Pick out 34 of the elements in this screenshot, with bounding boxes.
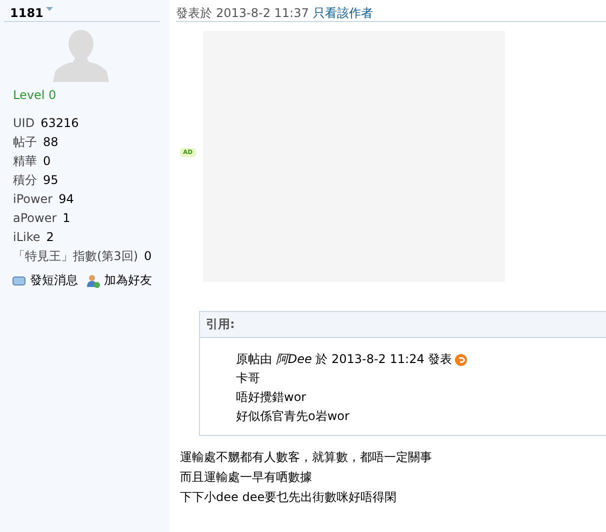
stat-label: 精華: [13, 153, 37, 170]
stat-label: iPower: [13, 191, 53, 208]
stat-value: 1: [62, 210, 70, 227]
posted-time: 2013-8-2 11:37: [216, 5, 309, 21]
user-level: Level 0: [13, 88, 58, 102]
author-only-link[interactable]: 只看該作者: [312, 5, 373, 21]
stat-label: 積分: [13, 172, 37, 189]
stat-value: 95: [43, 172, 58, 189]
stat-label: 帖子: [13, 134, 37, 151]
post-text: 而且運輸處一早有哂數據: [180, 469, 313, 486]
posted-label: 發表於: [176, 5, 212, 21]
stat-label: aPower: [13, 210, 57, 227]
post-text: 下下小dee dee要乜先出街數咪好唔得閑: [180, 489, 398, 506]
stat-value: 63216: [40, 115, 79, 132]
user-action-link[interactable]: 加為好友: [104, 272, 152, 289]
stat-label: 「特見王」指數(第3回): [13, 248, 138, 265]
quote-line: 卡哥: [236, 370, 261, 387]
stat-value: 0: [43, 153, 51, 170]
post-text: 運輸處不嬲都有人數客，就算數，都唔一定關事: [180, 449, 433, 466]
person-add-icon[interactable]: [86, 274, 100, 288]
user-action-link[interactable]: 發短消息: [30, 272, 78, 289]
caret-icon[interactable]: [46, 7, 54, 11]
stat-value: 2: [46, 229, 54, 246]
username[interactable]: 1181: [10, 5, 44, 21]
stat-label: iLike: [13, 229, 40, 246]
quote-source: 原帖由 阿Dee 於 2013-8-2 11:24 發表: [236, 351, 452, 368]
stat-value: 94: [58, 191, 74, 208]
avatar-silhouette-icon: [53, 30, 109, 82]
stat-value: 88: [43, 134, 58, 151]
stat-value: 0: [144, 248, 152, 265]
quote-line: 好似係官青先o岩wor: [236, 408, 350, 425]
quote-line: 唔好攪錯wor: [236, 389, 308, 406]
stat-label: UID: [13, 115, 35, 132]
quote-title: 引用:: [206, 316, 235, 333]
